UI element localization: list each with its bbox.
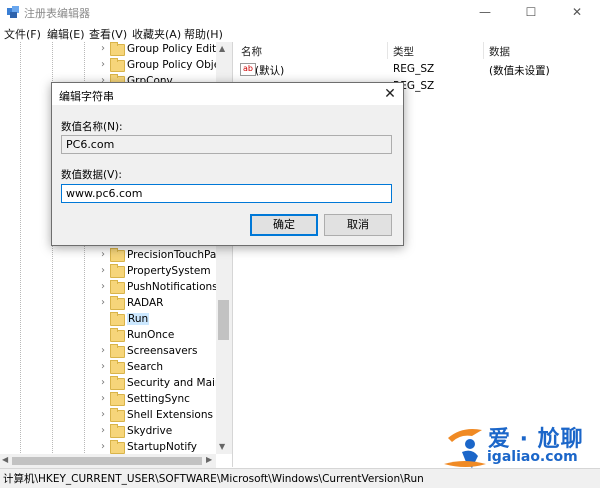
dialog-title: 编辑字符串	[59, 90, 114, 103]
folder-icon	[110, 42, 125, 56]
column-header-name[interactable]: 名称	[241, 44, 262, 59]
expand-chevron-icon[interactable]: ›	[98, 297, 108, 308]
folder-icon	[110, 296, 125, 310]
tree-item-label: PrecisionTouchPad	[127, 249, 223, 261]
expand-chevron-icon[interactable]: ›	[98, 409, 108, 420]
expand-chevron-icon[interactable]: ›	[98, 59, 108, 70]
scroll-right-arrow-icon[interactable]: ▶	[206, 455, 212, 464]
scroll-up-arrow-icon[interactable]: ▲	[219, 44, 225, 53]
expand-chevron-icon[interactable]: ›	[98, 249, 108, 260]
folder-icon	[110, 344, 125, 358]
folder-icon	[110, 328, 125, 342]
tree-item[interactable]: › PushNotifications	[0, 280, 232, 296]
folder-open-icon	[110, 312, 125, 326]
folder-icon	[110, 424, 125, 438]
folder-icon	[110, 360, 125, 374]
tree-item-label: Run	[127, 313, 150, 325]
tree-vertical-scroll-thumb[interactable]	[218, 300, 229, 340]
column-header-data[interactable]: 数据	[489, 44, 510, 59]
tree-item[interactable]: › Security and Mainte	[0, 376, 232, 392]
tree-item[interactable]: › Shell Extensions	[0, 408, 232, 424]
menu-view[interactable]: 查看(V)	[89, 26, 127, 42]
tree-item[interactable]: › Group Policy Objec	[0, 58, 232, 74]
menu-favorites[interactable]: 收藏夹(A)	[132, 26, 181, 42]
dialog-close-icon[interactable]: ✕	[381, 85, 399, 103]
value-row-data[interactable]: (数值未设置)	[489, 63, 550, 78]
tree-item-label: Group Policy Objec	[127, 59, 226, 71]
tree-item-label: Screensavers	[127, 345, 198, 357]
value-row-type[interactable]: REG_SZ	[393, 63, 434, 75]
folder-icon	[110, 376, 125, 390]
tree-item-label: Group Policy Editor	[127, 43, 227, 55]
edit-string-dialog: 编辑字符串 ✕ 数值名称(N): PC6.com 数值数据(V): 确定 取消	[51, 82, 404, 246]
tree-item[interactable]: RunOnce	[0, 328, 232, 344]
menu-help[interactable]: 帮助(H)	[184, 26, 223, 42]
maximize-button[interactable]: ☐	[508, 0, 554, 24]
menu-file[interactable]: 文件(F)	[4, 26, 41, 42]
tree-item-label: PropertySystem	[127, 265, 211, 277]
tree-item[interactable]: › Group Policy Editor	[0, 42, 232, 58]
minimize-button[interactable]: —	[462, 0, 508, 24]
tree-item-label: RunOnce	[127, 329, 175, 341]
expand-chevron-icon[interactable]: ›	[98, 43, 108, 54]
tree-item[interactable]: › Screensavers	[0, 344, 232, 360]
ab-string-icon: ab	[240, 63, 256, 76]
expand-chevron-icon[interactable]: ›	[98, 361, 108, 372]
scroll-down-arrow-icon[interactable]: ▼	[219, 442, 225, 451]
watermark-url: igaliao.com	[487, 449, 578, 465]
tree-item[interactable]: › RADAR	[0, 296, 232, 312]
tree-item[interactable]: › SettingSync	[0, 392, 232, 408]
column-header-type[interactable]: 类型	[393, 44, 414, 59]
expand-chevron-icon[interactable]: ›	[98, 345, 108, 356]
menu-edit[interactable]: 编辑(E)	[47, 26, 85, 42]
folder-icon	[110, 392, 125, 406]
folder-icon	[110, 58, 125, 72]
tree-item-label: Skydrive	[127, 425, 173, 437]
tree-item-selected[interactable]: Run	[0, 312, 232, 328]
expand-chevron-icon[interactable]: ›	[98, 377, 108, 388]
expand-chevron-icon[interactable]: ›	[98, 393, 108, 404]
expand-chevron-icon[interactable]: ›	[98, 425, 108, 436]
close-button[interactable]: ✕	[554, 0, 600, 24]
expand-chevron-icon[interactable]: ›	[98, 441, 108, 452]
tree-item[interactable]: › PropertySystem	[0, 264, 232, 280]
value-row-name[interactable]: (默认)	[255, 63, 284, 78]
tree-item[interactable]: › PrecisionTouchPad	[0, 248, 232, 264]
column-separator[interactable]	[387, 42, 388, 59]
expand-chevron-icon[interactable]: ›	[98, 265, 108, 276]
tree-item-label: Shell Extensions	[127, 409, 213, 421]
tree-item-label: RADAR	[127, 297, 164, 309]
tree-item-label: SettingSync	[127, 393, 190, 405]
folder-icon	[110, 408, 125, 422]
folder-icon	[110, 248, 125, 262]
value-name-label: 数值名称(N):	[61, 121, 123, 133]
folder-icon	[110, 280, 125, 294]
status-path: 计算机\HKEY_CURRENT_USER\SOFTWARE\Microsoft…	[3, 473, 424, 485]
tree-item-label: StartupNotify	[127, 441, 198, 453]
cancel-button[interactable]: 取消	[324, 214, 392, 236]
folder-icon	[110, 264, 125, 278]
value-data-label: 数值数据(V):	[61, 169, 122, 181]
tree-horizontal-scroll-thumb[interactable]	[12, 457, 202, 465]
value-name-field: PC6.com	[61, 135, 392, 154]
tree-item-label: Search	[127, 361, 164, 373]
folder-icon	[110, 440, 125, 454]
regedit-app-icon	[7, 6, 19, 18]
tree-item[interactable]: › Search	[0, 360, 232, 376]
column-separator[interactable]	[483, 42, 484, 59]
value-data-input[interactable]	[61, 184, 392, 203]
tree-item[interactable]: › Skydrive	[0, 424, 232, 440]
scroll-left-arrow-icon[interactable]: ◀	[2, 455, 8, 464]
ok-button[interactable]: 确定	[250, 214, 318, 236]
window-title: 注册表编辑器	[24, 7, 90, 20]
expand-chevron-icon[interactable]: ›	[98, 281, 108, 292]
tree-item-label: PushNotifications	[127, 281, 218, 293]
